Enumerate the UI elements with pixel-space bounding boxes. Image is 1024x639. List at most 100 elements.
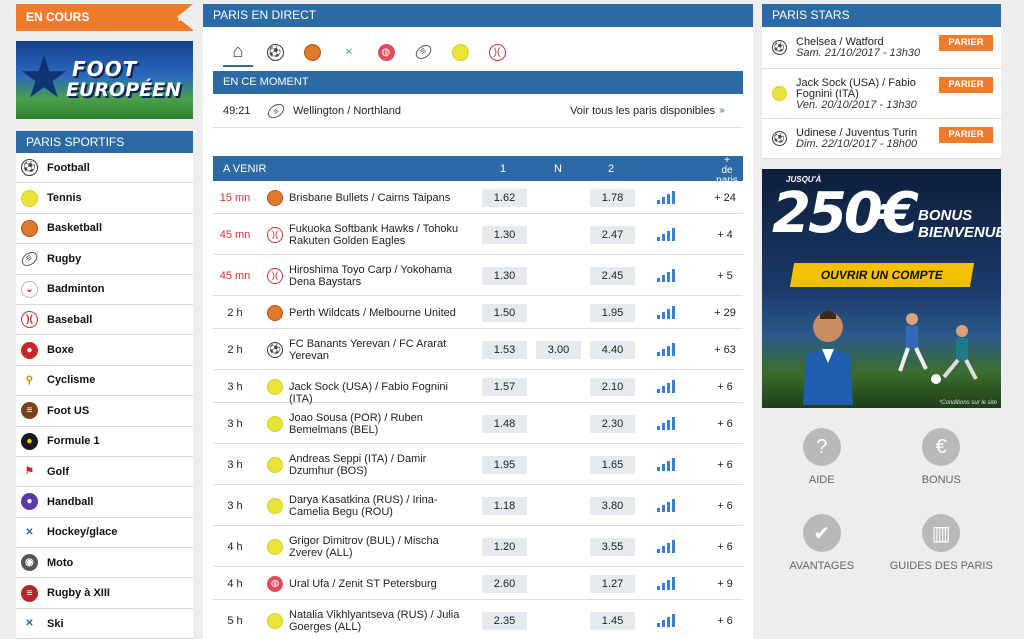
tab-baseball[interactable]: )(	[482, 37, 512, 67]
stats-icon[interactable]	[657, 498, 675, 512]
match-row[interactable]: 2 h Perth Wildcats / Melbourne United 1.50…	[213, 296, 743, 329]
odd-1-button[interactable]: 1.30	[482, 266, 527, 285]
odd-2-button[interactable]: 1.65	[590, 455, 635, 474]
parier-button[interactable]: PARIER	[939, 77, 993, 93]
stats-icon[interactable]	[657, 457, 675, 471]
match-row[interactable]: 5 h Natalia Vikhlyantseva (RUS) / Julia G…	[213, 600, 743, 639]
quick-link-guides-des-paris[interactable]: ▥ GUIDES DES PARIS	[882, 500, 1002, 586]
tab-home[interactable]: ⌂	[223, 37, 253, 67]
sidebar-item-tennis[interactable]: Tennis	[16, 183, 193, 214]
tab-volleyball[interactable]: ◍	[371, 37, 401, 67]
odd-1-button[interactable]: 1.18	[482, 496, 527, 515]
more-bets-link[interactable]: + 24	[709, 192, 741, 204]
match-row[interactable]: 2 h ⚽ FC Banants Yerevan / FC Ararat Yerev…	[213, 329, 743, 370]
odd-1-button[interactable]: 1.62	[482, 188, 527, 207]
match-time: 5 h	[227, 614, 243, 627]
stats-icon[interactable]	[657, 190, 675, 204]
match-row[interactable]: 45 mn)(Hiroshima Toyo Carp / Yokohama De…	[213, 255, 743, 296]
match-row[interactable]: 4 h Grigor Dimitrov (BUL) / Mischa Zverev…	[213, 526, 743, 567]
all-bets-link[interactable]: Voir tous les paris disponibles	[570, 105, 715, 117]
more-bets-link[interactable]: + 6	[709, 615, 741, 627]
odd-2-button[interactable]: 2.45	[590, 266, 635, 285]
tab-soccer-ball[interactable]: ⚽	[260, 37, 290, 67]
match-row[interactable]: 45 mn)(Fukuoka Softbank Hawks / Tohoku R…	[213, 214, 743, 255]
more-bets-link[interactable]: + 29	[709, 307, 741, 319]
sidebar-item-moto[interactable]: ◉ Moto	[16, 548, 193, 579]
en-cours-header[interactable]: EN COURS »	[16, 4, 193, 31]
odd-2-button[interactable]: 1.45	[590, 611, 635, 630]
sidebar-item-cyclisme[interactable]: ⚲ Cyclisme	[16, 366, 193, 397]
foot-europeen-banner[interactable]: ★ FOOT EUROPÉEN	[16, 41, 193, 119]
more-bets-link[interactable]: + 9	[709, 578, 741, 590]
stats-icon[interactable]	[657, 576, 675, 590]
tab-rugby-ball[interactable]: ≡	[408, 37, 438, 67]
odd-1-button[interactable]: 1.48	[482, 414, 527, 433]
odd-2-button[interactable]: 4.40	[590, 340, 635, 359]
odd-1-button[interactable]: 2.35	[482, 611, 527, 630]
match-row[interactable]: 3 h Joao Sousa (POR) / Ruben Bemelmans (B…	[213, 403, 743, 444]
match-row[interactable]: 15 mn Brisbane Bullets / Cairns Taipans 1.…	[213, 181, 743, 214]
more-bets-link[interactable]: + 6	[709, 418, 741, 430]
odd-2-button[interactable]: 1.95	[590, 303, 635, 322]
quick-link-avantages[interactable]: ✔ AVANTAGES	[762, 500, 882, 586]
odd-1-button[interactable]: 1.30	[482, 225, 527, 244]
tab-badminton[interactable]: ✕	[334, 37, 364, 67]
more-bets-link[interactable]: + 5	[709, 270, 741, 282]
odd-1-button[interactable]: 1.50	[482, 303, 527, 322]
stats-icon[interactable]	[657, 539, 675, 553]
stats-icon[interactable]	[657, 379, 675, 393]
more-bets-link[interactable]: + 4	[709, 229, 741, 241]
tab-basketball[interactable]	[297, 37, 327, 67]
odd-1-button[interactable]: 1.95	[482, 455, 527, 474]
quick-link-aide[interactable]: ? AIDE	[762, 414, 882, 500]
quick-link-bonus[interactable]: € BONUS	[882, 414, 1002, 500]
sidebar-item-football[interactable]: ⚽ Football	[16, 153, 193, 184]
parier-button[interactable]: PARIER	[939, 127, 993, 143]
match-row[interactable]: 3 h Andreas Seppi (ITA) / Damir Dzumhur (…	[213, 444, 743, 485]
more-bets-link[interactable]: + 63	[709, 344, 741, 356]
sidebar-item-formule-1[interactable]: ● Formule 1	[16, 427, 193, 457]
odd-1-button[interactable]: 2.60	[482, 574, 527, 593]
sidebar-item-hockey-glace[interactable]: ✕ Hockey/glace	[16, 518, 193, 549]
odd-2-button[interactable]: 3.80	[590, 496, 635, 515]
sidebar-item-rugby[interactable]: ≡ Rugby	[16, 244, 193, 275]
more-bets-link[interactable]: + 6	[709, 500, 741, 512]
match-row[interactable]: 4 h ◍ Ural Ufa / Zenit ST Petersburg 2.60 1.…	[213, 567, 743, 600]
more-bets-link[interactable]: + 6	[709, 381, 741, 393]
stats-icon[interactable]	[657, 613, 675, 627]
sidebar-item-golf[interactable]: ⚑ Golf	[16, 457, 193, 488]
more-bets-link[interactable]: + 6	[709, 459, 741, 471]
odd-n-button[interactable]: 3.00	[536, 340, 581, 359]
sidebar-item-badminton[interactable]: ⌄ Badminton	[16, 275, 193, 305]
stats-icon[interactable]	[657, 227, 675, 241]
ski-icon: ✕	[21, 615, 38, 633]
tab-tennis-ball[interactable]	[445, 37, 475, 67]
odd-1-button[interactable]: 1.20	[482, 537, 527, 556]
sidebar-item-handball[interactable]: ● Handball	[16, 487, 193, 518]
more-bets-link[interactable]: + 6	[709, 541, 741, 553]
sidebar-item-boxe[interactable]: ● Boxe	[16, 335, 193, 366]
match-row[interactable]: 3 h Jack Sock (USA) / Fabio Fognini (ITA)…	[213, 370, 743, 405]
stats-icon[interactable]	[657, 342, 675, 356]
sidebar-item-foot-us[interactable]: ≡ Foot US	[16, 396, 193, 427]
odd-1-button[interactable]: 1.57	[482, 377, 527, 396]
odd-2-button[interactable]: 1.27	[590, 574, 635, 593]
sidebar-item-basketball[interactable]: Basketball	[16, 214, 193, 245]
odd-1-button[interactable]: 1.53	[482, 340, 527, 359]
parier-button[interactable]: PARIER	[939, 35, 993, 51]
sidebar-item-ski[interactable]: ✕ Ski	[16, 609, 193, 639]
odd-2-button[interactable]: 1.78	[590, 188, 635, 207]
stats-icon[interactable]	[657, 268, 675, 282]
match-row[interactable]: 3 h Darya Kasatkina (RUS) / Irina-Camelia…	[213, 485, 743, 526]
odd-2-button[interactable]: 2.10	[590, 377, 635, 396]
stats-icon[interactable]	[657, 416, 675, 430]
stats-icon[interactable]	[657, 305, 675, 319]
sidebar-item-baseball[interactable]: )(Baseball	[16, 305, 193, 336]
promo-banner[interactable]: JUSQU'À 250€ BONUS BIENVENUE OUVRIR UN C…	[762, 169, 1001, 408]
sidebar-item-rugby-xiii[interactable]: ≡ Rugby à XIII	[16, 578, 193, 609]
odd-2-button[interactable]: 2.47	[590, 225, 635, 244]
live-match-row[interactable]: 49:21 ≡ Wellington / Northland Voir tous…	[213, 94, 743, 128]
open-account-button[interactable]: OUVRIR UN COMPTE	[789, 263, 975, 287]
odd-2-button[interactable]: 2.30	[590, 414, 635, 433]
odd-2-button[interactable]: 3.55	[590, 537, 635, 556]
